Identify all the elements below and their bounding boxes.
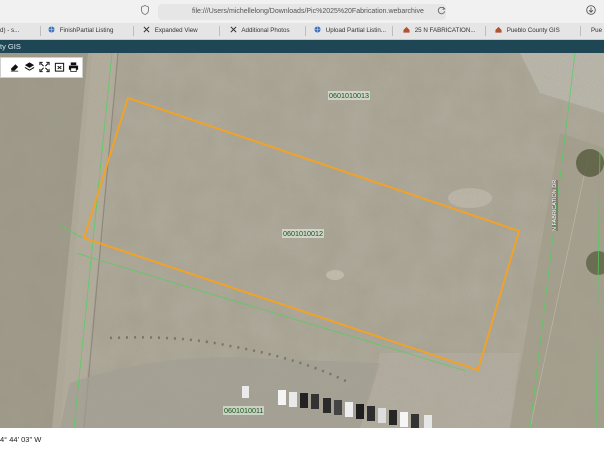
- tab-item[interactable]: Pueblo County GIS: [495, 26, 560, 36]
- export-icon[interactable]: [54, 61, 65, 73]
- tab-divider: [485, 26, 486, 36]
- tab-label: 25 N FABRICATION...: [414, 27, 476, 34]
- tab-item[interactable]: d) - s...: [0, 26, 19, 36]
- street-label: N FABRICATION DR: [552, 179, 558, 231]
- tab-label: Upload Partial Listin...: [325, 27, 386, 34]
- house-icon: [495, 26, 502, 33]
- tab-item[interactable]: Pue: [591, 26, 602, 36]
- tab-label: Pue: [591, 27, 603, 34]
- eraser-icon[interactable]: [9, 61, 20, 73]
- gis-header: ty GIS: [0, 40, 604, 53]
- globe-icon: [48, 26, 55, 33]
- shield-icon[interactable]: [141, 5, 149, 15]
- url-text: file:///Users/michellelong/Downloads/Pic…: [192, 8, 424, 15]
- tab-label: Additional Photos: [241, 27, 290, 34]
- tab-item[interactable]: Additional Photos: [230, 26, 290, 36]
- reload-icon[interactable]: [437, 6, 446, 15]
- tab-divider: [305, 26, 306, 36]
- x-logo-icon: [143, 26, 150, 33]
- browser-toolbar: file:///Users/michellelong/Downloads/Pic…: [0, 0, 604, 23]
- tab-label: Pueblo County GIS: [506, 27, 560, 34]
- map-view[interactable]: 0601010013 0601010012 0601010011 N FABRI…: [0, 53, 604, 428]
- x-logo-icon: [230, 26, 237, 33]
- tab-label: FinishPartial Listing: [59, 27, 114, 34]
- app-title: ty GIS: [0, 42, 21, 51]
- print-icon[interactable]: [68, 61, 79, 73]
- aerial-imagery: [0, 53, 604, 428]
- tab-divider: [133, 26, 134, 36]
- longitude-text: 4° 44' 03" W: [0, 435, 42, 444]
- map-toolbar: [0, 57, 83, 78]
- tab-bar: d) - s... FinishPartial Listing Expanded…: [0, 23, 604, 40]
- coordinate-readout: 4° 44' 03" W: [0, 428, 604, 447]
- parcel-label[interactable]: 0601010012: [282, 229, 324, 238]
- house-icon: [403, 26, 410, 33]
- tab-item[interactable]: Upload Partial Listin...: [314, 26, 386, 36]
- parcel-label[interactable]: 0601010011: [223, 406, 265, 415]
- parcel-label[interactable]: 0601010013: [328, 91, 370, 100]
- tab-item[interactable]: Expanded View: [143, 26, 198, 36]
- tab-item[interactable]: 25 N FABRICATION...: [403, 26, 475, 36]
- tab-label: d) - s...: [0, 27, 20, 34]
- layers-icon[interactable]: [24, 61, 35, 73]
- address-bar[interactable]: file:///Users/michellelong/Downloads/Pic…: [158, 4, 446, 20]
- tab-divider: [40, 26, 41, 36]
- download-icon[interactable]: [586, 5, 596, 15]
- tab-item[interactable]: FinishPartial Listing: [48, 26, 113, 36]
- tab-label: Expanded View: [154, 27, 198, 34]
- tab-divider: [392, 26, 393, 36]
- globe-icon: [314, 26, 321, 33]
- tab-divider: [219, 26, 220, 36]
- fullscreen-icon[interactable]: [39, 61, 50, 73]
- tab-divider: [580, 26, 581, 36]
